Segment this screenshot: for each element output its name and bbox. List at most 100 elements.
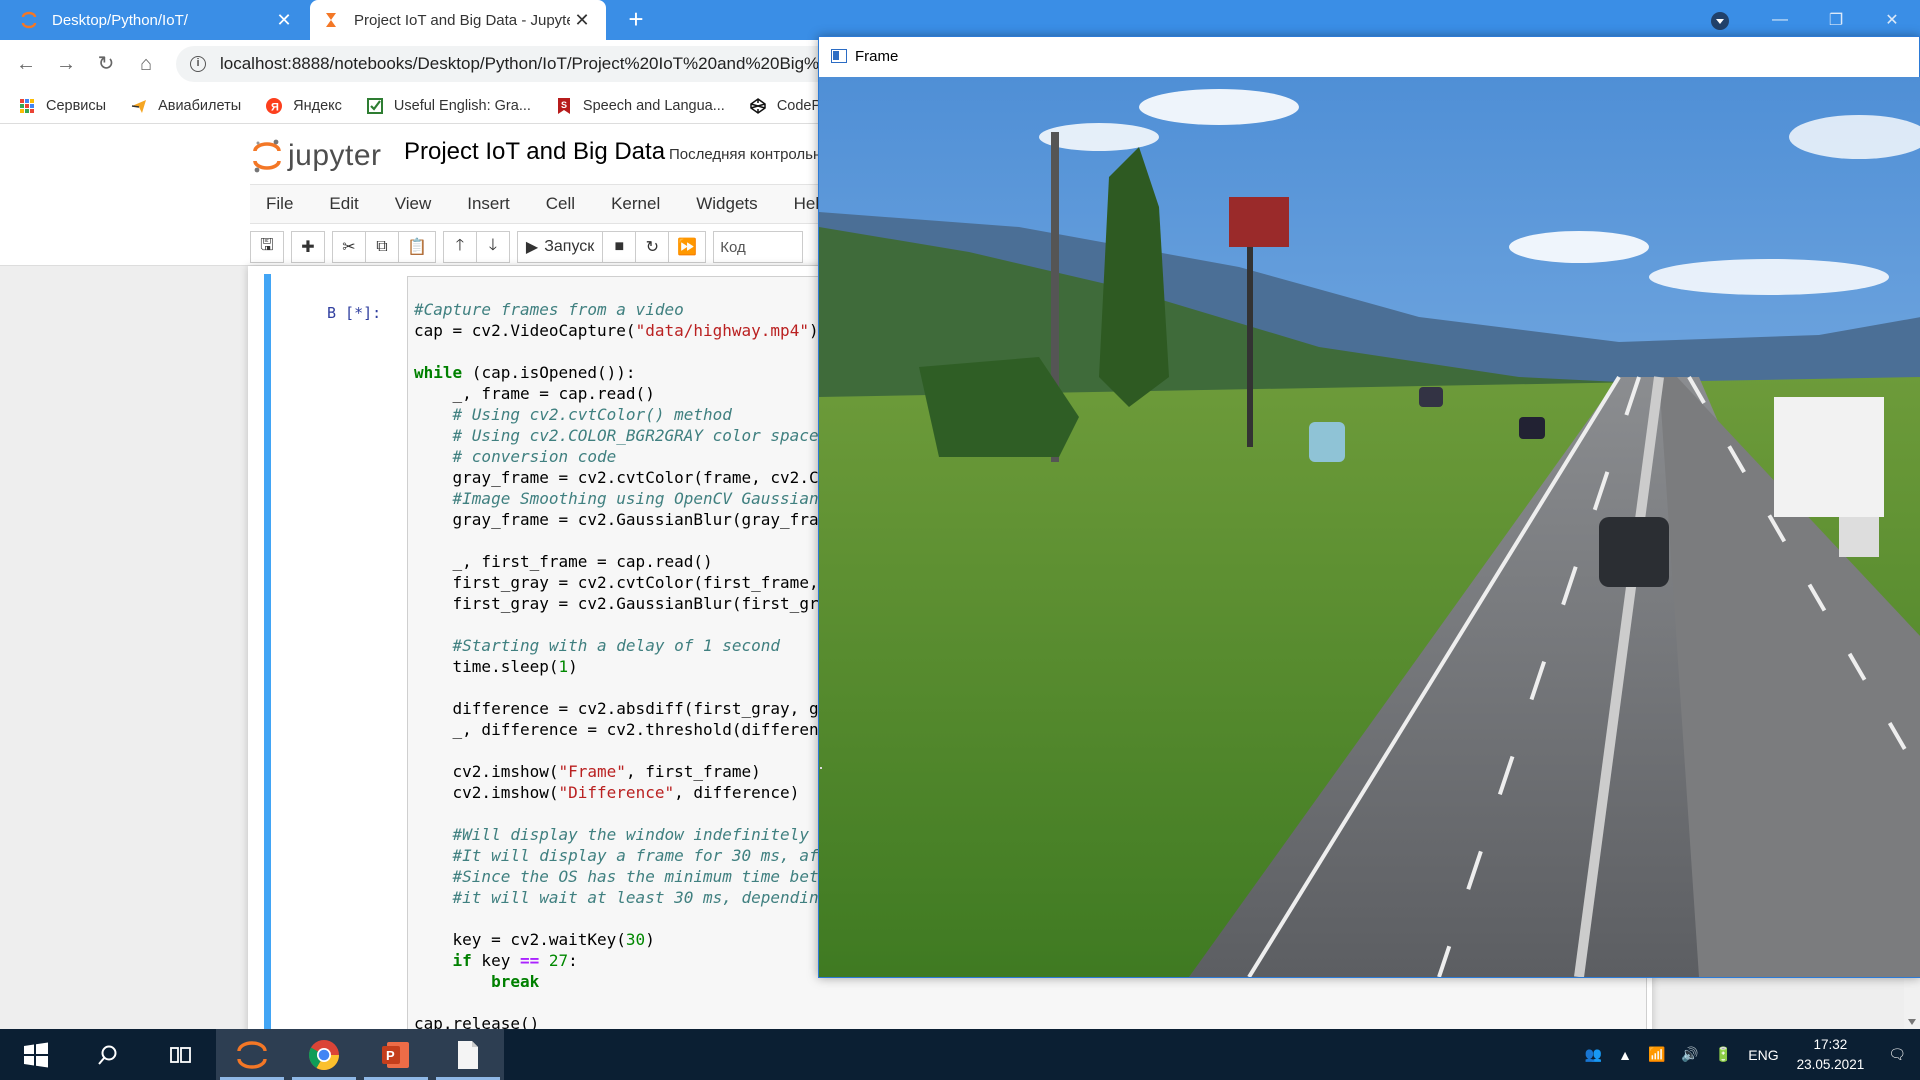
taskbar-chrome[interactable] — [288, 1029, 360, 1080]
svg-text:S: S — [561, 100, 567, 110]
anaconda-icon — [237, 1040, 267, 1069]
code-token: == — [519, 951, 540, 970]
code-token: cap = cv2.VideoCapture( — [414, 321, 636, 340]
stop-icon: ■ — [614, 238, 625, 255]
code-token: _, first_frame = cap.read() — [414, 552, 713, 571]
system-tray: 👥 ▲ 📶 🔊 🔋 ENG 17:32 23.05.2021 🗨 — [1577, 1029, 1920, 1080]
bookmark-useful-english[interactable]: Useful English: Gra... — [366, 97, 531, 115]
menu-file[interactable]: File — [250, 194, 313, 214]
hourglass-icon — [326, 13, 336, 27]
interrupt-button[interactable]: ■ — [602, 231, 637, 263]
people-icon[interactable]: 👥 — [1585, 1046, 1602, 1063]
bookmark-services[interactable]: Сервисы — [18, 97, 106, 115]
code-token: key = cv2.waitKey( — [414, 930, 626, 949]
url-text: localhost:8888/notebooks/Desktop/Python/… — [220, 54, 920, 73]
notebook-toolbar: 🖫 ✚ ✂ ⧉ 📋 🡑 🡓 ▶ Запуск ■ ↻ ⏩ Код — [250, 230, 804, 264]
close-window-icon[interactable]: ✕ — [1864, 10, 1920, 30]
new-tab-button[interactable]: + — [622, 6, 650, 34]
menu-edit[interactable]: Edit — [313, 194, 378, 214]
code-token: #Image Smoothing using OpenCV Gaussian B… — [414, 489, 867, 508]
network-icon[interactable]: 📶 — [1648, 1046, 1665, 1063]
arrow-down-icon: 🡓 — [488, 236, 498, 254]
task-view-icon — [170, 1046, 191, 1063]
battery-icon[interactable]: 🔋 — [1715, 1046, 1732, 1063]
system-clock[interactable]: 17:32 23.05.2021 — [1797, 1035, 1865, 1075]
windows-start-icon — [24, 1042, 48, 1067]
cell-prompt: В [*]: — [327, 304, 382, 322]
yandex-icon: Я — [266, 97, 283, 114]
save-button[interactable]: 🖫 — [250, 231, 284, 263]
restart-icon: ↻ — [645, 239, 659, 256]
insert-cell-button[interactable]: ✚ — [291, 231, 325, 263]
back-arrow-icon[interactable]: ← — [14, 52, 38, 76]
code-token: _, frame = cap.read() — [414, 384, 655, 403]
taskbar-powerpoint[interactable]: P — [360, 1029, 432, 1080]
frame-window-titlebar[interactable]: Frame — [819, 37, 1919, 75]
maximize-icon[interactable]: ❐ — [1808, 10, 1864, 30]
tab-title: Project IoT and Big Data - Jupyter — [354, 11, 570, 29]
reload-icon[interactable]: ↻ — [94, 52, 118, 76]
restart-run-all-button[interactable]: ⏩ — [668, 231, 707, 263]
jupyter-logo[interactable]: jupyter — [252, 134, 382, 178]
move-down-button[interactable]: 🡓 — [475, 231, 510, 263]
copy-button[interactable]: ⧉ — [365, 231, 399, 263]
language-indicator[interactable]: ENG — [1748, 1047, 1778, 1063]
forward-arrow-icon[interactable]: → — [54, 52, 78, 76]
bookmark-label: Авиабилеты — [158, 97, 242, 114]
cut-button[interactable]: ✂ — [332, 231, 366, 263]
code-token: time.sleep( — [414, 657, 559, 676]
bookmark-speech-language[interactable]: S Speech and Langua... — [555, 97, 725, 115]
jupyter-logo-icon — [253, 139, 281, 173]
move-up-button[interactable]: 🡑 — [442, 231, 477, 263]
menu-insert[interactable]: Insert — [451, 194, 530, 214]
start-button[interactable] — [0, 1029, 72, 1080]
menu-widgets[interactable]: Widgets — [680, 194, 777, 214]
notifications-icon[interactable]: 🗨 — [1888, 1046, 1906, 1063]
code-token: ) — [645, 930, 655, 949]
paste-button[interactable]: 📋 — [398, 231, 436, 263]
scroll-down-arrow-icon[interactable] — [1908, 1019, 1916, 1025]
paste-icon: 📋 — [407, 239, 427, 256]
code-token: 30 — [625, 930, 646, 949]
tab-project-iot[interactable]: Project IoT and Big Data - Jupyter ✕ — [310, 0, 606, 40]
code-token: gray_frame = cv2.GaussianBlur(gray_frame… — [414, 510, 867, 529]
clock-time: 17:32 — [1813, 1036, 1848, 1052]
cell-type-select[interactable]: Код — [713, 231, 804, 263]
code-token: #Starting with a delay of 1 second — [414, 636, 781, 655]
site-info-icon[interactable]: i — [190, 56, 206, 72]
taskbar-anaconda[interactable] — [216, 1029, 288, 1080]
close-tab-icon[interactable]: ✕ — [272, 10, 296, 31]
save-icon: 🖫 — [260, 236, 274, 254]
tray-chevron-up-icon[interactable]: ▲ — [1618, 1047, 1632, 1063]
run-button[interactable]: ▶ Запуск — [516, 231, 604, 263]
bookmark-flights[interactable]: Авиабилеты — [130, 97, 241, 115]
code-token: ) — [568, 657, 578, 676]
menu-cell[interactable]: Cell — [530, 194, 595, 214]
window-controls: — ❐ ✕ — [1752, 0, 1920, 40]
code-token: # conversion code — [414, 447, 617, 466]
close-tab-icon[interactable]: ✕ — [570, 10, 594, 31]
volume-icon[interactable]: 🔊 — [1681, 1046, 1698, 1063]
taskbar-search-button[interactable] — [72, 1029, 144, 1080]
opencv-frame-window[interactable]: Frame — [818, 36, 1920, 978]
minimize-icon[interactable]: — — [1752, 11, 1808, 29]
tab-desktop-python-iot[interactable]: Desktop/Python/IoT/ ✕ — [8, 0, 308, 40]
code-token: key — [471, 951, 520, 970]
restart-button[interactable]: ↻ — [635, 231, 670, 263]
frame-window-title: Frame — [855, 47, 899, 65]
home-icon[interactable]: ⌂ — [134, 52, 158, 76]
menu-view[interactable]: View — [379, 194, 452, 214]
apps-grid-icon — [20, 98, 34, 113]
code-token: "data/highway.mp4" — [635, 321, 809, 340]
taskbar-opencv-window[interactable] — [432, 1029, 504, 1080]
notebook-title[interactable]: Project IoT and Big Data — [404, 138, 665, 166]
menu-kernel[interactable]: Kernel — [595, 194, 680, 214]
code-token: 1 — [558, 657, 569, 676]
code-token: # Using cv2.COLOR_BGR2GRAY color space — [414, 426, 819, 445]
tab-search-icon[interactable] — [1711, 12, 1729, 30]
bookmark-yandex[interactable]: Я Яндекс — [265, 97, 342, 115]
tab-title: Desktop/Python/IoT/ — [52, 11, 188, 29]
task-view-button[interactable] — [144, 1029, 216, 1080]
jupyter-favicon-icon — [21, 11, 37, 29]
